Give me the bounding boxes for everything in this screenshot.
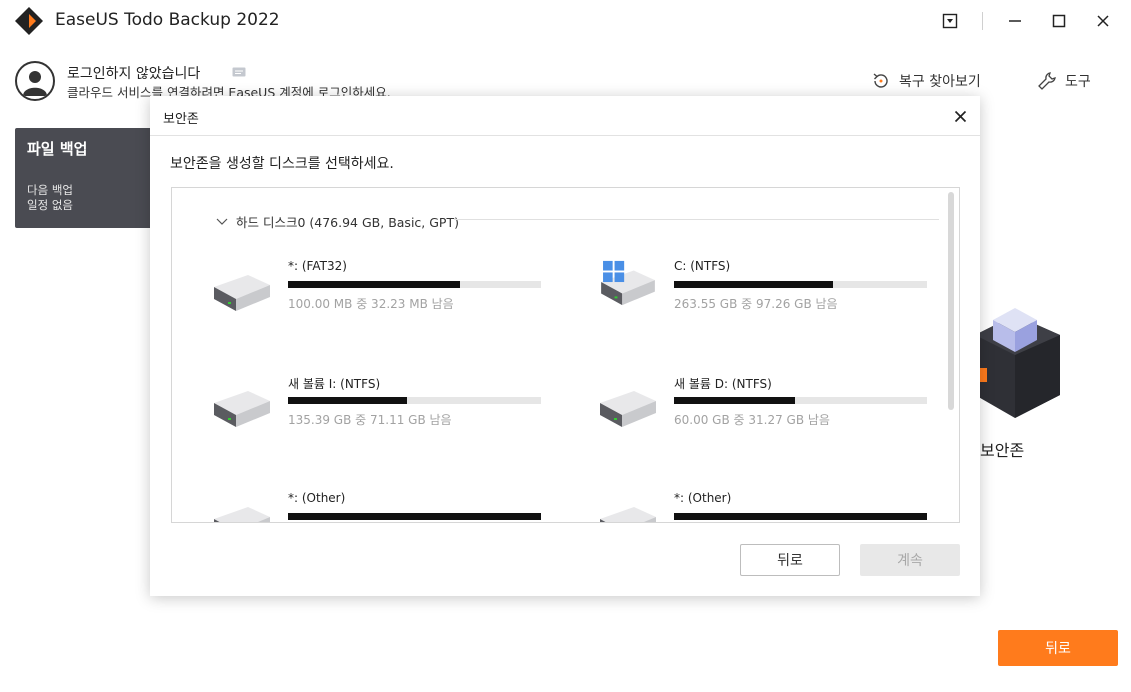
partition-usage-bar <box>288 281 541 288</box>
dialog-header: 보안존 <box>150 96 980 136</box>
browse-restore-link[interactable]: 복구 찾아보기 <box>871 71 981 91</box>
background-back-button[interactable]: 뒤로 <box>998 630 1118 666</box>
partition-usage-text: 135.39 GB 중 71.11 GB 남음 <box>288 413 452 427</box>
chevron-down-icon[interactable] <box>216 218 228 226</box>
partition-usage-text: 60.00 GB 중 31.27 GB 남음 <box>674 413 830 427</box>
continue-button[interactable]: 계속 <box>860 544 960 576</box>
disk-list[interactable]: 하드 디스크0 (476.94 GB, Basic, GPT) *: (FAT3… <box>171 187 960 523</box>
partition-usage-fill <box>674 513 927 520</box>
partition-name: *: (FAT32) <box>288 259 347 273</box>
partition-usage-bar <box>288 397 541 404</box>
message-icon[interactable] <box>232 67 246 77</box>
wrench-icon <box>1038 72 1056 90</box>
partition-usage-fill <box>288 397 407 404</box>
partition-usage-bar <box>674 281 927 288</box>
scrollbar[interactable] <box>948 192 954 410</box>
drive-icon <box>212 265 272 313</box>
restore-icon <box>873 73 888 88</box>
backup-card-schedule: 일정 없음 <box>27 198 73 212</box>
disk-label: 하드 디스크0 (476.94 GB, Basic, GPT) <box>236 215 459 230</box>
dialog-prompt: 보안존을 생성할 디스크를 선택하세요. <box>170 156 394 172</box>
partition-usage-bar <box>674 513 927 520</box>
easeus-logo-icon <box>15 7 43 35</box>
tools-link[interactable]: 도구 <box>1037 71 1091 91</box>
backup-card-next-label: 다음 백업 <box>27 183 73 197</box>
safe-zone-label: 보안존 <box>980 441 1025 460</box>
partition-usage-fill <box>288 281 461 288</box>
partition-usage-fill <box>674 281 834 288</box>
drive-icon <box>212 381 272 429</box>
partition-item[interactable]: *: (FAT32) 100.00 MB 중 32.23 MB 남음 <box>212 259 572 329</box>
backup-card-title: 파일 백업 <box>27 140 88 158</box>
partition-name: *: (Other) <box>288 491 346 505</box>
drive-icon <box>598 497 658 522</box>
dialog-title: 보안존 <box>163 112 199 127</box>
close-window-button[interactable] <box>1090 8 1116 34</box>
partition-usage-text: 263.55 GB 중 97.26 GB 남음 <box>674 297 838 311</box>
partition-usage-text: 100.00 MB 중 32.23 MB 남음 <box>288 297 454 311</box>
partition-item[interactable]: *: (Other) <box>212 491 572 522</box>
drive-icon <box>598 381 658 429</box>
drive-icon <box>212 497 272 522</box>
partition-item[interactable]: C: (NTFS) 263.55 GB 중 97.26 GB 남음 <box>598 259 958 329</box>
title-separator <box>982 12 983 30</box>
windows-drive-icon <box>598 259 658 313</box>
safe-zone-dialog: 보안존 보안존을 생성할 디스크를 선택하세요. 하드 디스크0 (476.94… <box>150 96 980 596</box>
browse-restore-label: 복구 찾아보기 <box>899 74 981 90</box>
partition-name: *: (Other) <box>674 491 732 505</box>
file-backup-card[interactable]: 파일 백업 다음 백업 일정 없음 <box>15 128 155 228</box>
minimize-button[interactable] <box>1002 8 1028 34</box>
partition-usage-bar <box>674 397 927 404</box>
back-button[interactable]: 뒤로 <box>740 544 840 576</box>
dropdown-menu-icon[interactable] <box>937 8 963 34</box>
login-status-title: 로그인하지 않았습니다 <box>67 66 201 82</box>
partition-usage-bar <box>288 513 541 520</box>
partition-item[interactable]: 새 볼륨 I: (NTFS) 135.39 GB 중 71.11 GB 남음 <box>212 375 572 445</box>
partition-item[interactable]: *: (Other) <box>598 491 958 522</box>
dialog-close-icon[interactable] <box>950 106 970 126</box>
partition-usage-fill <box>288 513 541 520</box>
title-bar: EaseUS Todo Backup 2022 <box>0 0 1131 42</box>
partition-name: 새 볼륨 D: (NTFS) <box>674 377 772 391</box>
partition-name: 새 볼륨 I: (NTFS) <box>288 377 381 391</box>
partition-item[interactable]: 새 볼륨 D: (NTFS) 60.00 GB 중 31.27 GB 남음 <box>598 375 958 445</box>
maximize-button[interactable] <box>1046 8 1072 34</box>
disk-header[interactable]: 하드 디스크0 (476.94 GB, Basic, GPT) <box>216 212 459 231</box>
partition-name: C: (NTFS) <box>674 259 731 273</box>
avatar[interactable] <box>15 61 55 101</box>
partition-usage-fill <box>674 397 796 404</box>
app-title: EaseUS Todo Backup 2022 <box>55 10 280 30</box>
tools-label: 도구 <box>1065 74 1091 90</box>
disk-header-divider <box>454 219 939 220</box>
